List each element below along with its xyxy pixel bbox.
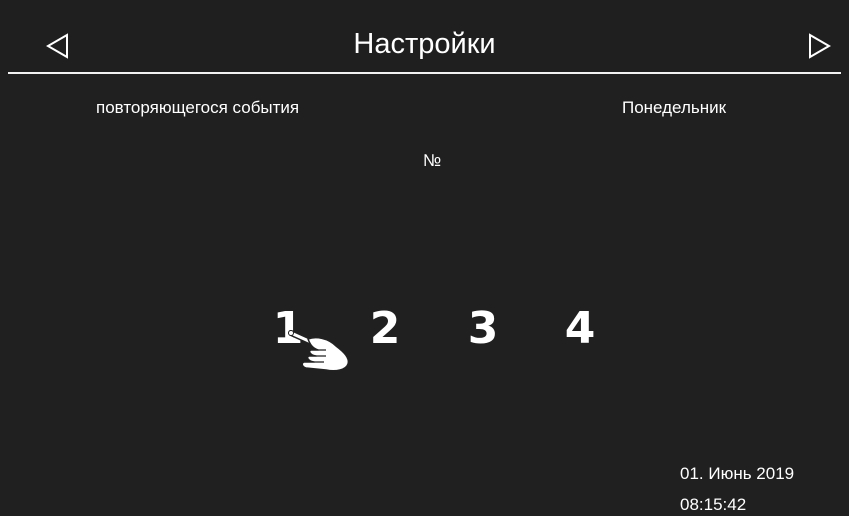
header-divider	[8, 72, 841, 74]
number-option-2[interactable]: 2	[365, 303, 405, 355]
hand-pointer-icon	[288, 330, 350, 372]
current-date: 01. Июнь 2019	[680, 464, 795, 483]
current-time: 08:15:42	[680, 495, 747, 514]
recurring-event-label: повторяющегося события	[96, 98, 300, 117]
header-bar: Настройки	[0, 0, 849, 72]
number-option-3[interactable]: 3	[463, 303, 503, 355]
number-label: №	[423, 151, 442, 170]
next-button[interactable]	[801, 28, 837, 64]
triangle-right-icon	[809, 33, 831, 59]
page-title: Настройки	[353, 28, 496, 60]
number-option-4[interactable]: 4	[560, 303, 600, 355]
weekday-label: Понедельник	[622, 98, 727, 117]
settings-screen: Настройки повторяющегося события Понедел…	[0, 0, 849, 516]
